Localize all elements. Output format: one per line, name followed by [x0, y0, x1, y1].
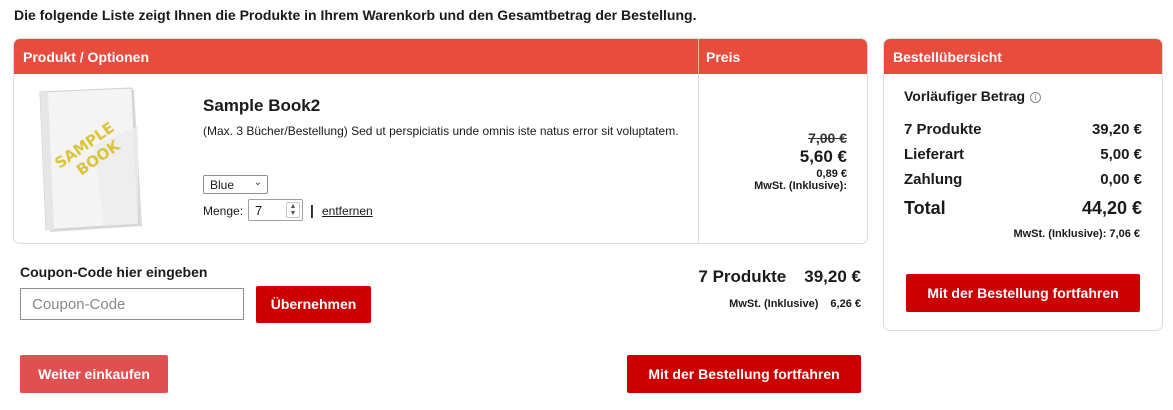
- summary-tax: MwSt. (Inklusive): 7,06 €: [1013, 228, 1140, 240]
- cart-tax: MwSt. (Inklusive) 6,26 €: [729, 298, 861, 310]
- summary-row-value: 0,00 €: [1100, 171, 1142, 188]
- subtotal-title-text: Vorläufiger Betrag: [904, 88, 1026, 104]
- header-product-options: Produkt / Optionen: [23, 49, 149, 65]
- info-icon[interactable]: i: [1030, 92, 1042, 103]
- summary-row-products: 7 Produkte 39,20 €: [904, 121, 1142, 138]
- old-price: 7,00 €: [808, 130, 847, 146]
- cart-item-row: SAMPLE BOOK Sample Book2 (Max. 3 Bücher/…: [14, 74, 867, 243]
- cart-header: Produkt / Optionen Preis: [14, 39, 867, 74]
- variant-selected: Blue: [210, 178, 235, 192]
- checkout-button[interactable]: Mit der Bestellung fortfahren: [627, 355, 861, 393]
- coupon-placeholder: Coupon-Code: [32, 296, 126, 313]
- summary-row-total: Total 44,20 €: [904, 198, 1142, 219]
- product-image[interactable]: SAMPLE BOOK: [34, 86, 149, 236]
- cart-total-value: 39,20 €: [804, 267, 861, 286]
- column-divider: [698, 74, 699, 243]
- summary-row-value: 5,00 €: [1100, 146, 1142, 163]
- spinner-arrows-icon[interactable]: ▲ ▼: [286, 202, 300, 218]
- current-price: 5,60 €: [799, 147, 847, 166]
- summary-total-value: 44,20 €: [1081, 198, 1142, 218]
- summary-row-value: 39,20 €: [1091, 121, 1142, 138]
- header-price: Preis: [706, 49, 741, 65]
- remove-link[interactable]: entfernen: [322, 204, 373, 218]
- item-tax-label: MwSt. (Inklusive):: [754, 180, 847, 192]
- summary-row-label: Lieferart: [904, 146, 965, 163]
- intro-text: Die folgende Liste zeigt Ihnen die Produ…: [14, 7, 697, 23]
- summary-header: Bestellübersicht: [884, 39, 1162, 74]
- quantity-label: Menge:: [203, 204, 244, 218]
- apply-coupon-button[interactable]: Übernehmen: [256, 286, 371, 323]
- chevron-down-icon: ⌄: [253, 177, 262, 188]
- subtotal-title: Vorläufiger Betrag i: [904, 88, 1042, 104]
- order-summary-panel: Bestellübersicht Vorläufiger Betrag i 7 P…: [883, 38, 1163, 331]
- cart-total-label: 7 Produkte: [698, 267, 787, 286]
- quantity-stepper[interactable]: 7 ▲ ▼: [248, 199, 303, 221]
- cart-total: 7 Produkte 39,20 €: [698, 267, 861, 287]
- summary-row-label: 7 Produkte: [904, 121, 982, 138]
- product-name[interactable]: Sample Book2: [203, 96, 320, 116]
- separator: |: [310, 202, 314, 218]
- coupon-input[interactable]: Coupon-Code: [20, 288, 244, 320]
- cart-tax-value: 6,26 €: [830, 298, 861, 310]
- cart-tax-label: MwSt. (Inklusive): [729, 298, 819, 310]
- cart-panel: Produkt / Optionen Preis SAMPLE BOOK Sam…: [13, 38, 868, 244]
- item-tax-amount: 0,89 €: [816, 168, 847, 180]
- continue-shopping-button[interactable]: Weiter einkaufen: [20, 355, 168, 393]
- summary-row-shipping: Lieferart 5,00 €: [904, 146, 1142, 163]
- coupon-title: Coupon-Code hier eingeben: [20, 264, 208, 280]
- summary-total-label: Total: [904, 198, 946, 218]
- summary-row-payment: Zahlung 0,00 €: [904, 171, 1142, 188]
- summary-checkout-button[interactable]: Mit der Bestellung fortfahren: [906, 274, 1140, 312]
- price-block: 7,00 € 5,60 € 0,89 € MwSt. (Inklusive):: [754, 130, 847, 192]
- summary-row-label: Zahlung: [904, 171, 963, 188]
- header-divider: [698, 39, 699, 74]
- product-description: (Max. 3 Bücher/Bestellung) Sed ut perspi…: [203, 124, 679, 138]
- variant-select[interactable]: Blue ⌄: [203, 175, 268, 194]
- quantity-value: 7: [255, 203, 263, 218]
